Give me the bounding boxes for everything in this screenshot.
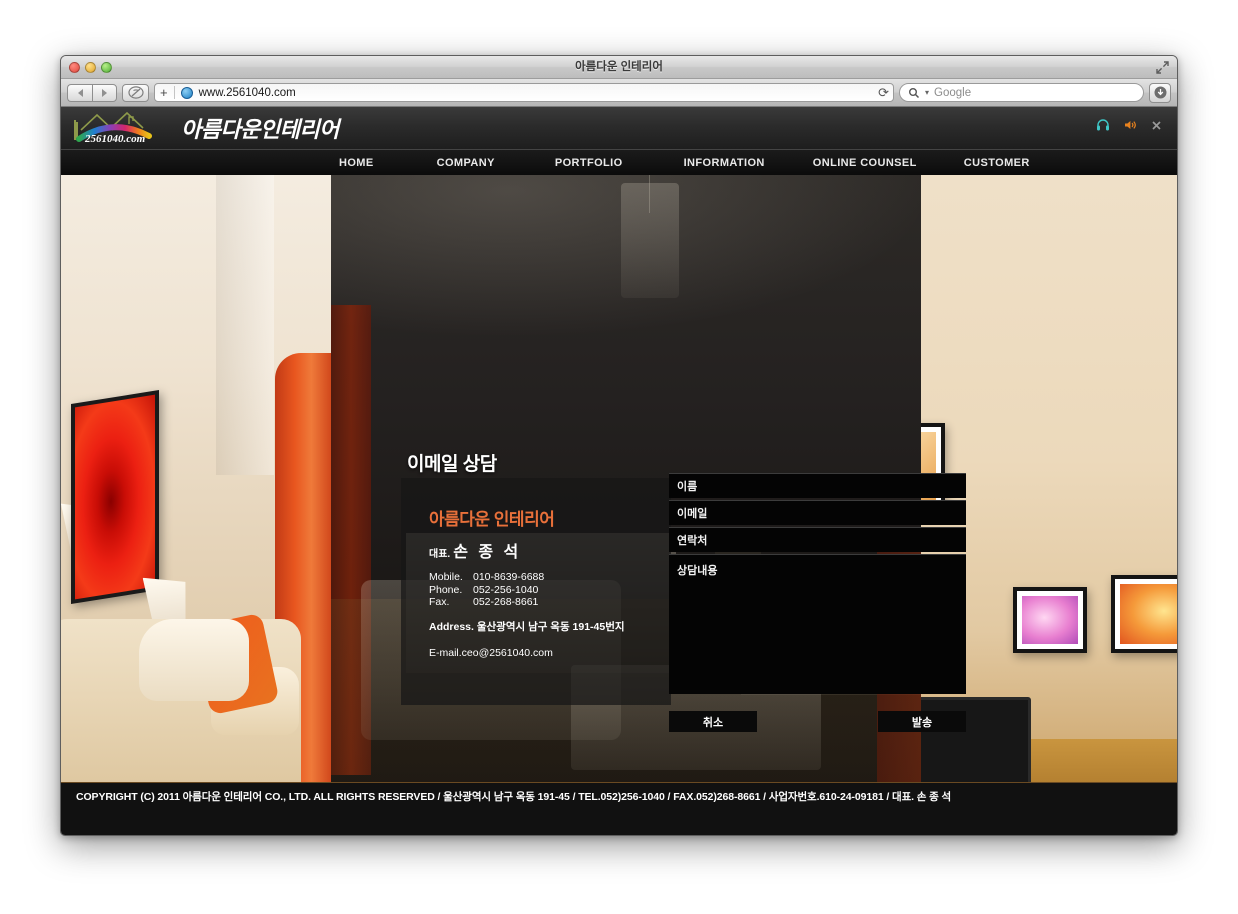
ceo-name: 손 종 석 bbox=[453, 544, 522, 561]
phone-value: 052-256-1040 bbox=[473, 583, 539, 596]
email-consultation-section: 이메일 상담 아름다운 인테리어 대표. 손 종 석 Mobile. 010-86… bbox=[61, 175, 1177, 809]
fax-value: 052-268-8661 bbox=[473, 596, 539, 609]
contact-field-label: 연락처 bbox=[677, 535, 708, 547]
zoom-window-button[interactable] bbox=[101, 62, 112, 73]
message-textarea[interactable]: 상담내용 bbox=[669, 554, 966, 694]
download-icon bbox=[1154, 86, 1166, 99]
name-field-label: 이름 bbox=[677, 481, 698, 493]
window-controls bbox=[69, 62, 112, 73]
fax-label: Fax. bbox=[429, 596, 450, 609]
share-button[interactable] bbox=[122, 83, 149, 102]
speaker-icon[interactable] bbox=[1123, 118, 1137, 132]
contact-row-mobile: Mobile. 010-8639-6688 bbox=[429, 571, 544, 584]
mobile-label: Mobile. bbox=[429, 571, 463, 583]
contact-details: Mobile. 010-8639-6688 Phone. 052-256-104… bbox=[429, 571, 544, 609]
name-field[interactable]: 이름 bbox=[669, 473, 966, 498]
header-icon-group bbox=[1096, 118, 1163, 132]
browser-titlebar: 아름다운 인테리어 bbox=[61, 56, 1177, 79]
ceo-line: 대표. 손 종 석 bbox=[429, 538, 521, 562]
contact-field[interactable]: 연락처 bbox=[669, 527, 966, 552]
desktop-background: 아름다운 인테리어 + www.2561040.com ⟳ ▾ Google 2… bbox=[0, 0, 1238, 914]
site-logo[interactable]: 2561040.com 아름다운인테리어 bbox=[61, 108, 339, 148]
url-text: www.2561040.com bbox=[198, 86, 296, 99]
nav-item-company[interactable]: COMPANY bbox=[427, 157, 505, 169]
brand-name: 아름다운인테리어 bbox=[181, 117, 339, 142]
search-icon bbox=[909, 87, 920, 98]
contact-row-fax: Fax. 052-268-8661 bbox=[429, 596, 544, 609]
browser-toolbar: + www.2561040.com ⟳ ▾ Google bbox=[61, 79, 1177, 107]
reload-button[interactable]: ⟳ bbox=[878, 85, 889, 101]
company-name: 아름다운 인테리어 bbox=[429, 510, 555, 529]
minimize-window-button[interactable] bbox=[85, 62, 96, 73]
browser-window: 아름다운 인테리어 + www.2561040.com ⟳ ▾ Google 2… bbox=[60, 55, 1178, 836]
forward-button[interactable] bbox=[92, 83, 117, 102]
address-bar[interactable]: + www.2561040.com ⟳ bbox=[154, 83, 894, 102]
site-header: 2561040.com 아름다운인테리어 bbox=[61, 107, 1177, 149]
close-icon[interactable] bbox=[1150, 119, 1163, 132]
close-window-button[interactable] bbox=[69, 62, 80, 73]
email-field-label: 이메일 bbox=[677, 508, 708, 520]
copyright-text: COPYRIGHT (C) 2011 아름다운 인테리어 CO., LTD. A… bbox=[76, 790, 952, 803]
site-footer: COPYRIGHT (C) 2011 아름다운 인테리어 CO., LTD. A… bbox=[61, 782, 1177, 809]
divider bbox=[173, 86, 175, 99]
search-input[interactable]: ▾ Google bbox=[899, 83, 1144, 102]
nav-item-customer[interactable]: CUSTOMER bbox=[954, 157, 1040, 169]
new-tab-button[interactable]: + bbox=[160, 86, 168, 99]
submit-button[interactable]: 발송 bbox=[878, 711, 966, 732]
message-field-label: 상담내용 bbox=[677, 565, 718, 577]
back-button[interactable] bbox=[67, 83, 92, 102]
ceo-label: 대표. bbox=[429, 549, 451, 560]
cancel-button[interactable]: 취소 bbox=[669, 711, 757, 732]
nav-item-portfolio[interactable]: PORTFOLIO bbox=[545, 157, 633, 169]
nav-item-home[interactable]: HOME bbox=[329, 157, 384, 169]
consultation-form: 이름 이메일 연락처 상담내용 bbox=[669, 473, 966, 694]
page-title: 이메일 상담 bbox=[407, 454, 497, 475]
headphones-icon[interactable] bbox=[1096, 118, 1110, 132]
forward-arrow-icon bbox=[102, 88, 107, 97]
web-page-viewport: 2561040.com 아름다운인테리어 HOME COMPANY PORTFO… bbox=[61, 107, 1177, 835]
fullscreen-icon[interactable] bbox=[1155, 60, 1170, 75]
contact-row-phone: Phone. 052-256-1040 bbox=[429, 584, 544, 597]
company-info-panel: 아름다운 인테리어 대표. 손 종 석 Mobile. 010-8639-6688… bbox=[401, 478, 671, 705]
mobile-value: 010-8639-6688 bbox=[473, 571, 545, 583]
form-button-row: 취소 발송 bbox=[669, 711, 966, 732]
house-rainbow-logo-icon: 2561040.com bbox=[74, 111, 152, 145]
globe-icon bbox=[180, 86, 193, 99]
navigation-buttons bbox=[67, 83, 117, 102]
logo-domain-text: 2561040.com bbox=[84, 133, 146, 145]
email-line: E-mail.ceo@2561040.com bbox=[429, 647, 553, 659]
nav-item-online-counsel[interactable]: ONLINE COUNSEL bbox=[803, 157, 927, 169]
search-placeholder: Google bbox=[934, 86, 972, 99]
back-arrow-icon bbox=[77, 88, 83, 97]
share-icon bbox=[127, 86, 144, 99]
address-line: Address. 울산광역시 남구 옥동 191-45번지 bbox=[429, 621, 625, 633]
download-button[interactable] bbox=[1149, 82, 1171, 103]
nav-item-information[interactable]: INFORMATION bbox=[674, 157, 775, 169]
phone-label: Phone. bbox=[429, 583, 463, 596]
hero-stage: 이메일 상담 아름다운 인테리어 대표. 손 종 석 Mobile. 010-86… bbox=[61, 175, 1177, 809]
window-title: 아름다운 인테리어 bbox=[575, 61, 663, 73]
main-navigation: HOME COMPANY PORTFOLIO INFORMATION ONLIN… bbox=[61, 149, 1177, 175]
email-field[interactable]: 이메일 bbox=[669, 500, 966, 525]
